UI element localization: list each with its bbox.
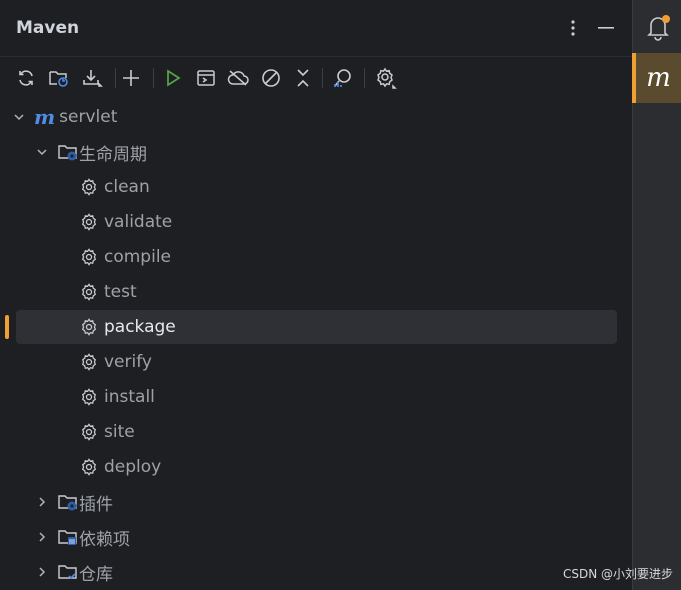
gear-icon xyxy=(80,353,98,371)
row-content: validate xyxy=(80,212,172,232)
tree-item-goal-validate[interactable]: validate xyxy=(0,205,632,239)
play-icon[interactable] xyxy=(161,66,185,90)
tree-item-label: 插件 xyxy=(79,494,113,515)
chevron-right-icon[interactable] xyxy=(35,530,49,544)
tree-item-label: servlet xyxy=(59,107,118,127)
tree-item-dependencies[interactable]: 依赖项 xyxy=(0,520,632,554)
watermark: CSDN @小刘要进步 xyxy=(562,567,673,581)
gear-icon xyxy=(80,213,98,231)
tree-item-label: validate xyxy=(104,212,173,232)
collapse-icon[interactable] xyxy=(291,66,315,90)
gear-icon xyxy=(80,283,98,301)
chevron-down-icon[interactable] xyxy=(35,145,49,159)
maven-tool-window-tab[interactable]: m xyxy=(632,53,681,103)
minimize-icon[interactable] xyxy=(594,14,618,42)
tree-item-goal-site[interactable]: site xyxy=(0,415,632,449)
row-content: 插件 xyxy=(35,490,113,515)
row-content: site xyxy=(80,422,135,442)
tree-item-label: deploy xyxy=(104,457,162,477)
tool-window-header: Maven xyxy=(0,0,632,57)
sync-icon[interactable] xyxy=(14,66,38,90)
chevron-right-icon[interactable] xyxy=(35,495,49,509)
tree-item-label: 生命周期 xyxy=(79,144,147,165)
row-content: deploy xyxy=(80,457,161,477)
tree-item-label: package xyxy=(104,317,176,337)
tree-item-goal-deploy[interactable]: deploy xyxy=(0,450,632,484)
gear-icon xyxy=(80,458,98,476)
current-item-marker xyxy=(5,315,9,339)
toolbar-separator xyxy=(364,68,365,88)
gear-icon xyxy=(80,388,98,406)
dependencies-folder-icon xyxy=(57,527,79,547)
tree-item-plugins[interactable]: 插件 xyxy=(0,485,632,519)
cloud-off-icon[interactable] xyxy=(226,66,250,90)
toolbar-separator xyxy=(322,68,323,88)
chevron-down-icon[interactable] xyxy=(12,110,26,124)
tree-item-goal-verify[interactable]: verify xyxy=(0,345,632,379)
search-analyze-icon[interactable] xyxy=(331,66,355,90)
toolbar-separator xyxy=(153,68,154,88)
row-content: 生命周期 xyxy=(35,140,147,165)
plus-icon[interactable] xyxy=(119,66,143,90)
tree-item-repositories[interactable]: 仓库 xyxy=(0,555,632,589)
lifecycle-folder-icon xyxy=(57,142,79,162)
gear-icon xyxy=(80,423,98,441)
row-content: clean xyxy=(80,177,150,197)
download-icon[interactable] xyxy=(80,66,104,90)
row-content: test xyxy=(80,282,137,302)
maven-project-icon: m xyxy=(34,105,56,129)
tool-window-title: Maven xyxy=(16,18,80,38)
tree-item-label: clean xyxy=(104,177,150,197)
bell-icon[interactable] xyxy=(633,12,681,42)
chevron-right-icon[interactable] xyxy=(35,565,49,579)
tree-item-label: test xyxy=(104,282,137,302)
repositories-folder-icon xyxy=(57,562,79,582)
tree-item-label: compile xyxy=(104,247,172,267)
row-content: m servlet xyxy=(12,105,117,129)
tree-item-lifecycle[interactable]: 生命周期 xyxy=(0,135,632,169)
tree-item-goal-install[interactable]: install xyxy=(0,380,632,414)
row-content: verify xyxy=(80,352,152,372)
row-content: package xyxy=(80,317,176,337)
more-options-icon[interactable] xyxy=(561,14,585,42)
tree-item-label: site xyxy=(104,422,135,442)
tree-item-project[interactable]: m servlet xyxy=(0,100,632,134)
tree-item-label: install xyxy=(104,387,155,407)
gear-icon xyxy=(80,248,98,266)
row-content: install xyxy=(80,387,155,407)
row-content: compile xyxy=(80,247,171,267)
tree-item-goal-package[interactable]: package xyxy=(0,310,632,344)
row-content: 仓库 xyxy=(35,560,113,585)
forbidden-icon[interactable] xyxy=(259,66,283,90)
plugins-folder-icon xyxy=(57,492,79,512)
tree-item-goal-test[interactable]: test xyxy=(0,275,632,309)
gear-icon[interactable] xyxy=(374,66,398,90)
tree-item-goal-clean[interactable]: clean xyxy=(0,170,632,204)
tree-item-label: 依赖项 xyxy=(79,529,130,550)
toolbar-separator xyxy=(115,68,116,88)
terminal-window-icon[interactable] xyxy=(194,66,218,90)
tree-item-goal-compile[interactable]: compile xyxy=(0,240,632,274)
tree-item-label: verify xyxy=(104,352,152,372)
row-content: 依赖项 xyxy=(35,525,130,550)
folder-refresh-icon[interactable] xyxy=(47,66,71,90)
maven-tool-window: Maven m servlet 生命周期 clean validate comp… xyxy=(0,0,632,590)
maven-toolbar xyxy=(0,58,632,96)
gear-icon xyxy=(80,178,98,196)
gear-icon xyxy=(80,318,98,336)
tree-item-label: 仓库 xyxy=(79,564,113,585)
